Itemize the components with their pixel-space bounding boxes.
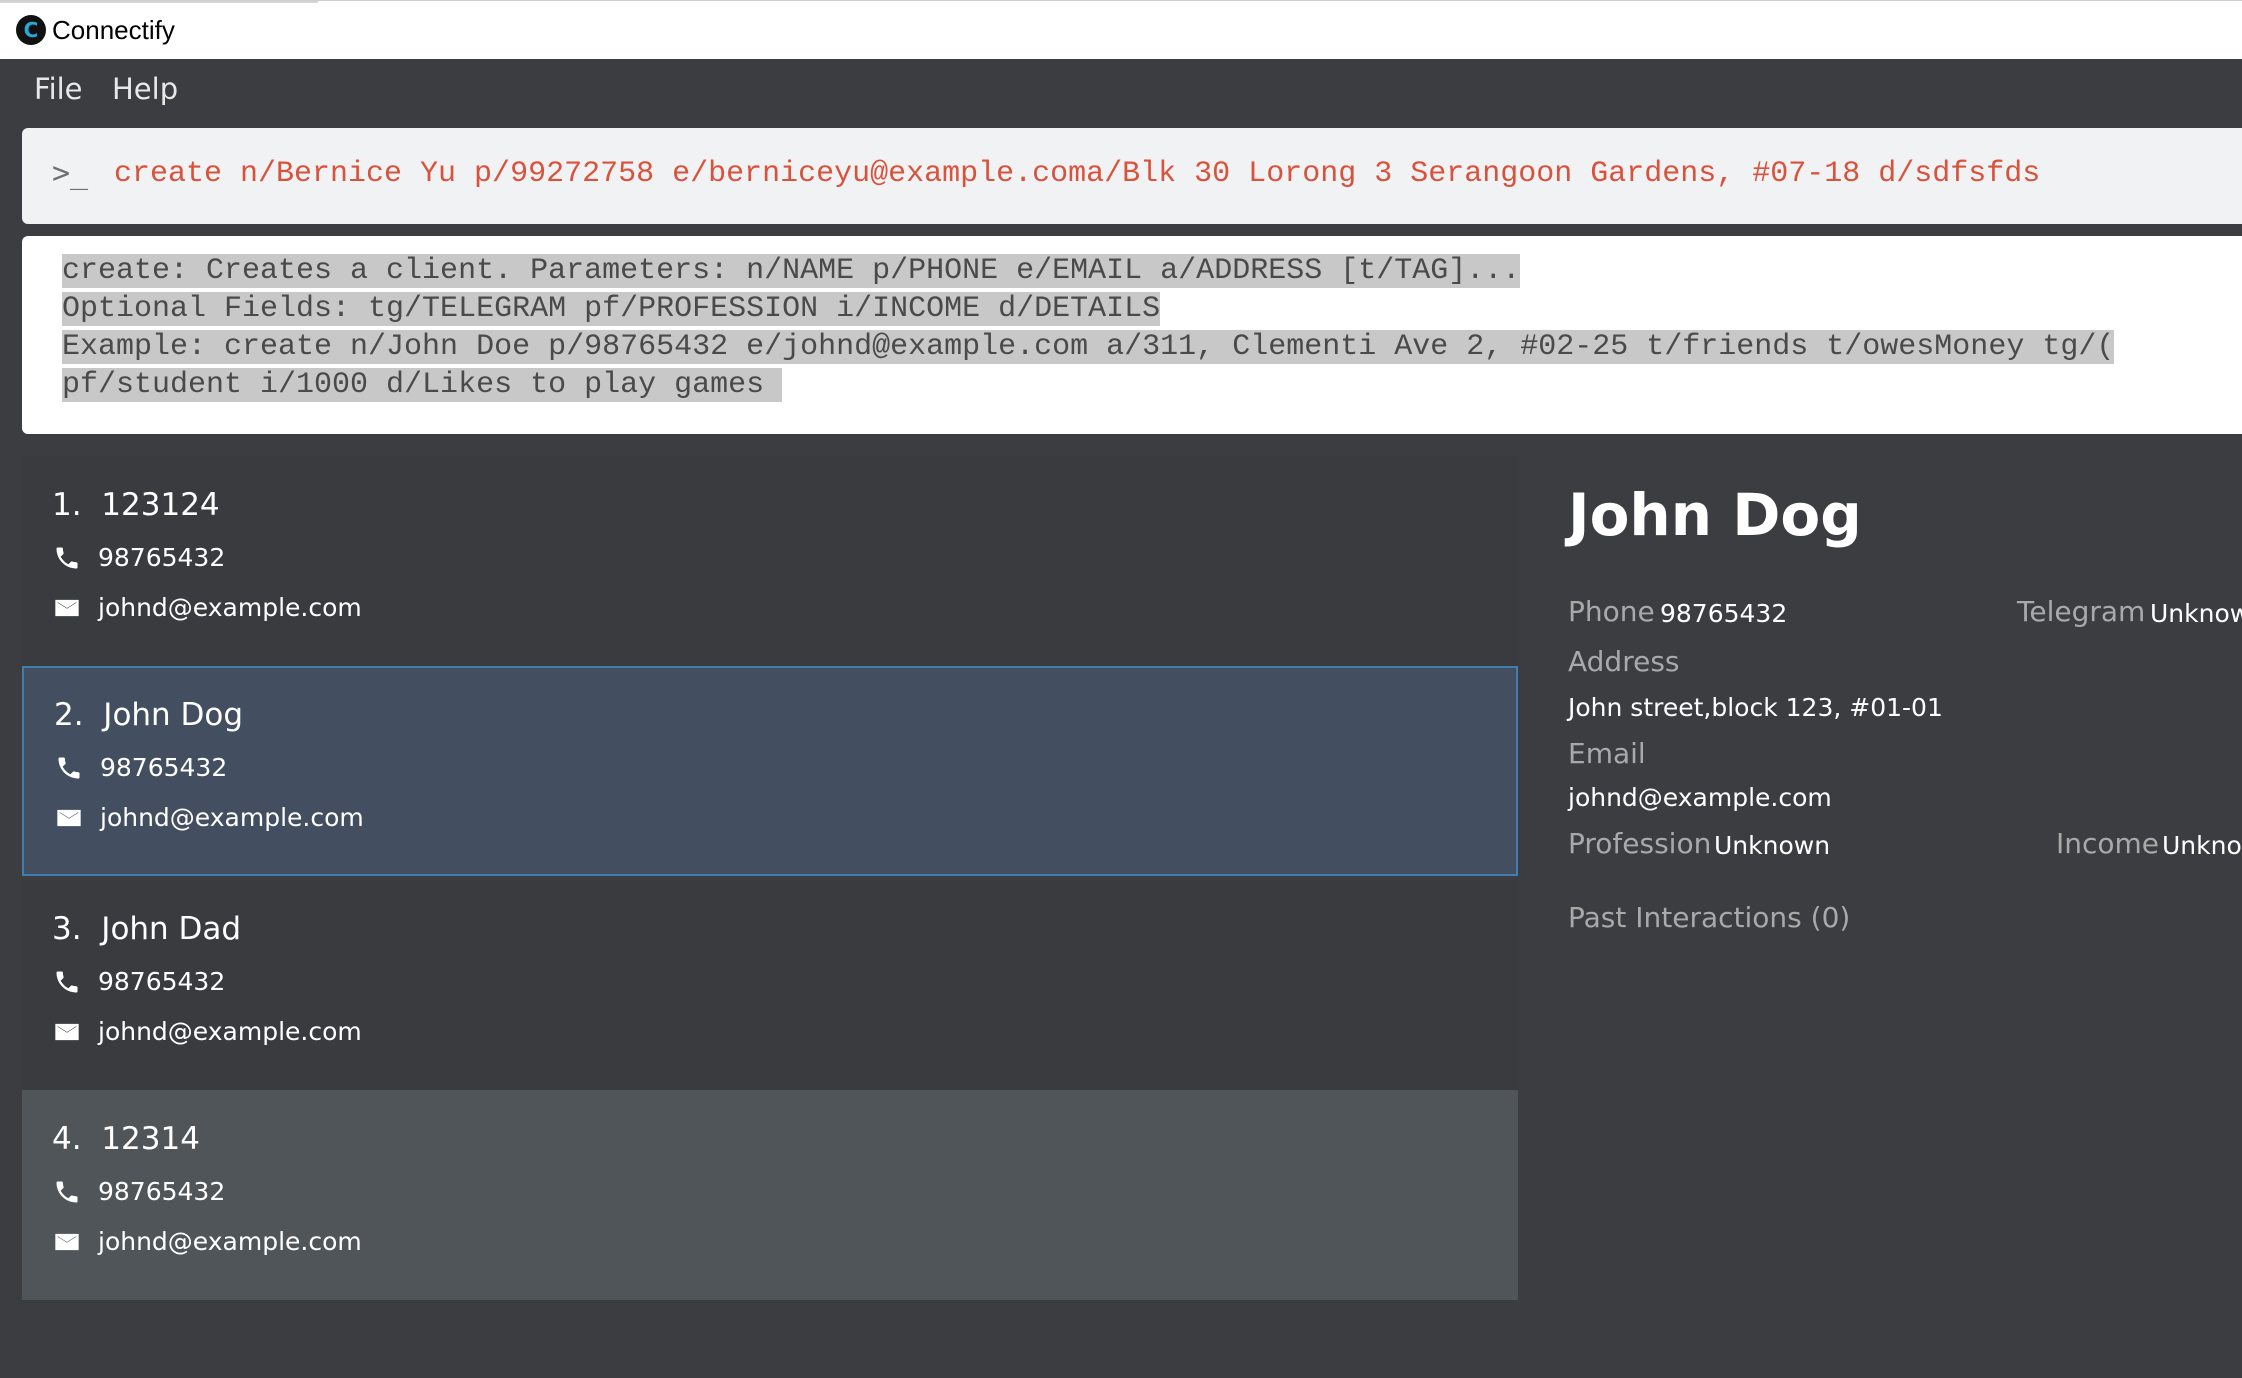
result-line: Example: create n/John Doe p/98765432 e/… — [62, 330, 2115, 364]
client-name: John Dog — [103, 697, 244, 733]
client-phone: 98765432 — [98, 1177, 226, 1206]
detail-phone: 98765432 — [1660, 599, 1788, 628]
result-line: create: Creates a client. Parameters: n/… — [62, 254, 1521, 288]
client-index: 1. — [52, 487, 82, 523]
menu-help[interactable]: Help — [112, 71, 178, 107]
command-input[interactable]: create n/Bernice Yu p/99272758 e/bernice… — [114, 152, 2040, 196]
detail-income-label: Income — [2056, 827, 2160, 860]
phone-icon — [56, 547, 78, 569]
detail-profession-label: Profession — [1568, 827, 1712, 860]
detail-profession: Unknown — [1714, 831, 1831, 860]
client-name: 12314 — [101, 1121, 200, 1157]
client-card-selected[interactable]: 2. John Dog 98765432 johnd@example.com — [22, 666, 1518, 876]
client-name: 123124 — [101, 487, 220, 523]
client-phone: 98765432 — [100, 753, 228, 782]
client-card[interactable]: 4. 12314 98765432 johnd@example.com — [22, 1090, 1518, 1300]
result-line: Optional Fields: tg/TELEGRAM pf/PROFESSI… — [62, 292, 1161, 326]
detail-income: Unknov — [2162, 831, 2242, 860]
client-index: 4. — [52, 1121, 82, 1157]
menu-file[interactable]: File — [34, 71, 83, 107]
client-card-title: 1. 123124 — [52, 484, 220, 526]
result-line: pf/student i/1000 d/Likes to play games — [62, 368, 783, 402]
detail-telegram: Unknow — [2150, 599, 2242, 628]
detail-phone-label: Phone — [1568, 595, 1655, 628]
title-bar: C Connectify — [0, 0, 2242, 59]
result-text: create: Creates a client. Parameters: n/… — [62, 252, 2115, 404]
envelope-icon — [55, 1023, 79, 1041]
client-card-title: 3. John Dad — [52, 908, 241, 950]
client-phone: 98765432 — [98, 543, 226, 572]
detail-telegram-label: Telegram — [2017, 595, 2146, 628]
detail-email: johnd@example.com — [1568, 783, 1832, 812]
envelope-icon — [57, 809, 81, 827]
command-prompt-icon: >_ — [52, 156, 89, 191]
detail-past-interactions[interactable]: Past Interactions (0) — [1568, 898, 1850, 938]
client-email: johnd@example.com — [98, 593, 362, 622]
client-email: johnd@example.com — [100, 803, 364, 832]
client-index: 2. — [54, 697, 84, 733]
client-card-title: 2. John Dog — [54, 694, 243, 736]
client-email: johnd@example.com — [98, 1227, 362, 1256]
app-logo-icon: C — [16, 15, 46, 45]
phone-icon — [56, 1181, 78, 1203]
client-card-title: 4. 12314 — [52, 1118, 200, 1160]
window-title: Connectify — [52, 15, 175, 45]
client-detail-panel: John Dog Phone 98765432 Telegram Unknow … — [1518, 456, 2242, 1301]
title-bar-accent — [0, 1, 318, 3]
client-name: John Dad — [101, 911, 242, 947]
phone-icon — [56, 971, 78, 993]
menu-bar: File Help — [0, 59, 2242, 119]
detail-name: John Dog — [1568, 481, 1862, 549]
client-index: 3. — [52, 911, 82, 947]
envelope-icon — [55, 1233, 79, 1251]
client-email: johnd@example.com — [98, 1017, 362, 1046]
result-display[interactable]: create: Creates a client. Parameters: n/… — [22, 236, 2242, 434]
detail-address: John street,block 123, #01-01 — [1568, 693, 1943, 722]
client-list: 1. 123124 98765432 johnd@example.com 2. … — [22, 456, 1518, 1301]
client-card[interactable]: 1. 123124 98765432 johnd@example.com — [22, 456, 1518, 666]
client-phone: 98765432 — [98, 967, 226, 996]
phone-icon — [58, 757, 80, 779]
envelope-icon — [55, 599, 79, 617]
command-box[interactable]: >_ create n/Bernice Yu p/99272758 e/bern… — [22, 128, 2242, 224]
client-card[interactable]: 3. John Dad 98765432 johnd@example.com — [22, 880, 1518, 1090]
detail-address-label: Address — [1568, 645, 1680, 678]
detail-email-label: Email — [1568, 737, 1646, 770]
